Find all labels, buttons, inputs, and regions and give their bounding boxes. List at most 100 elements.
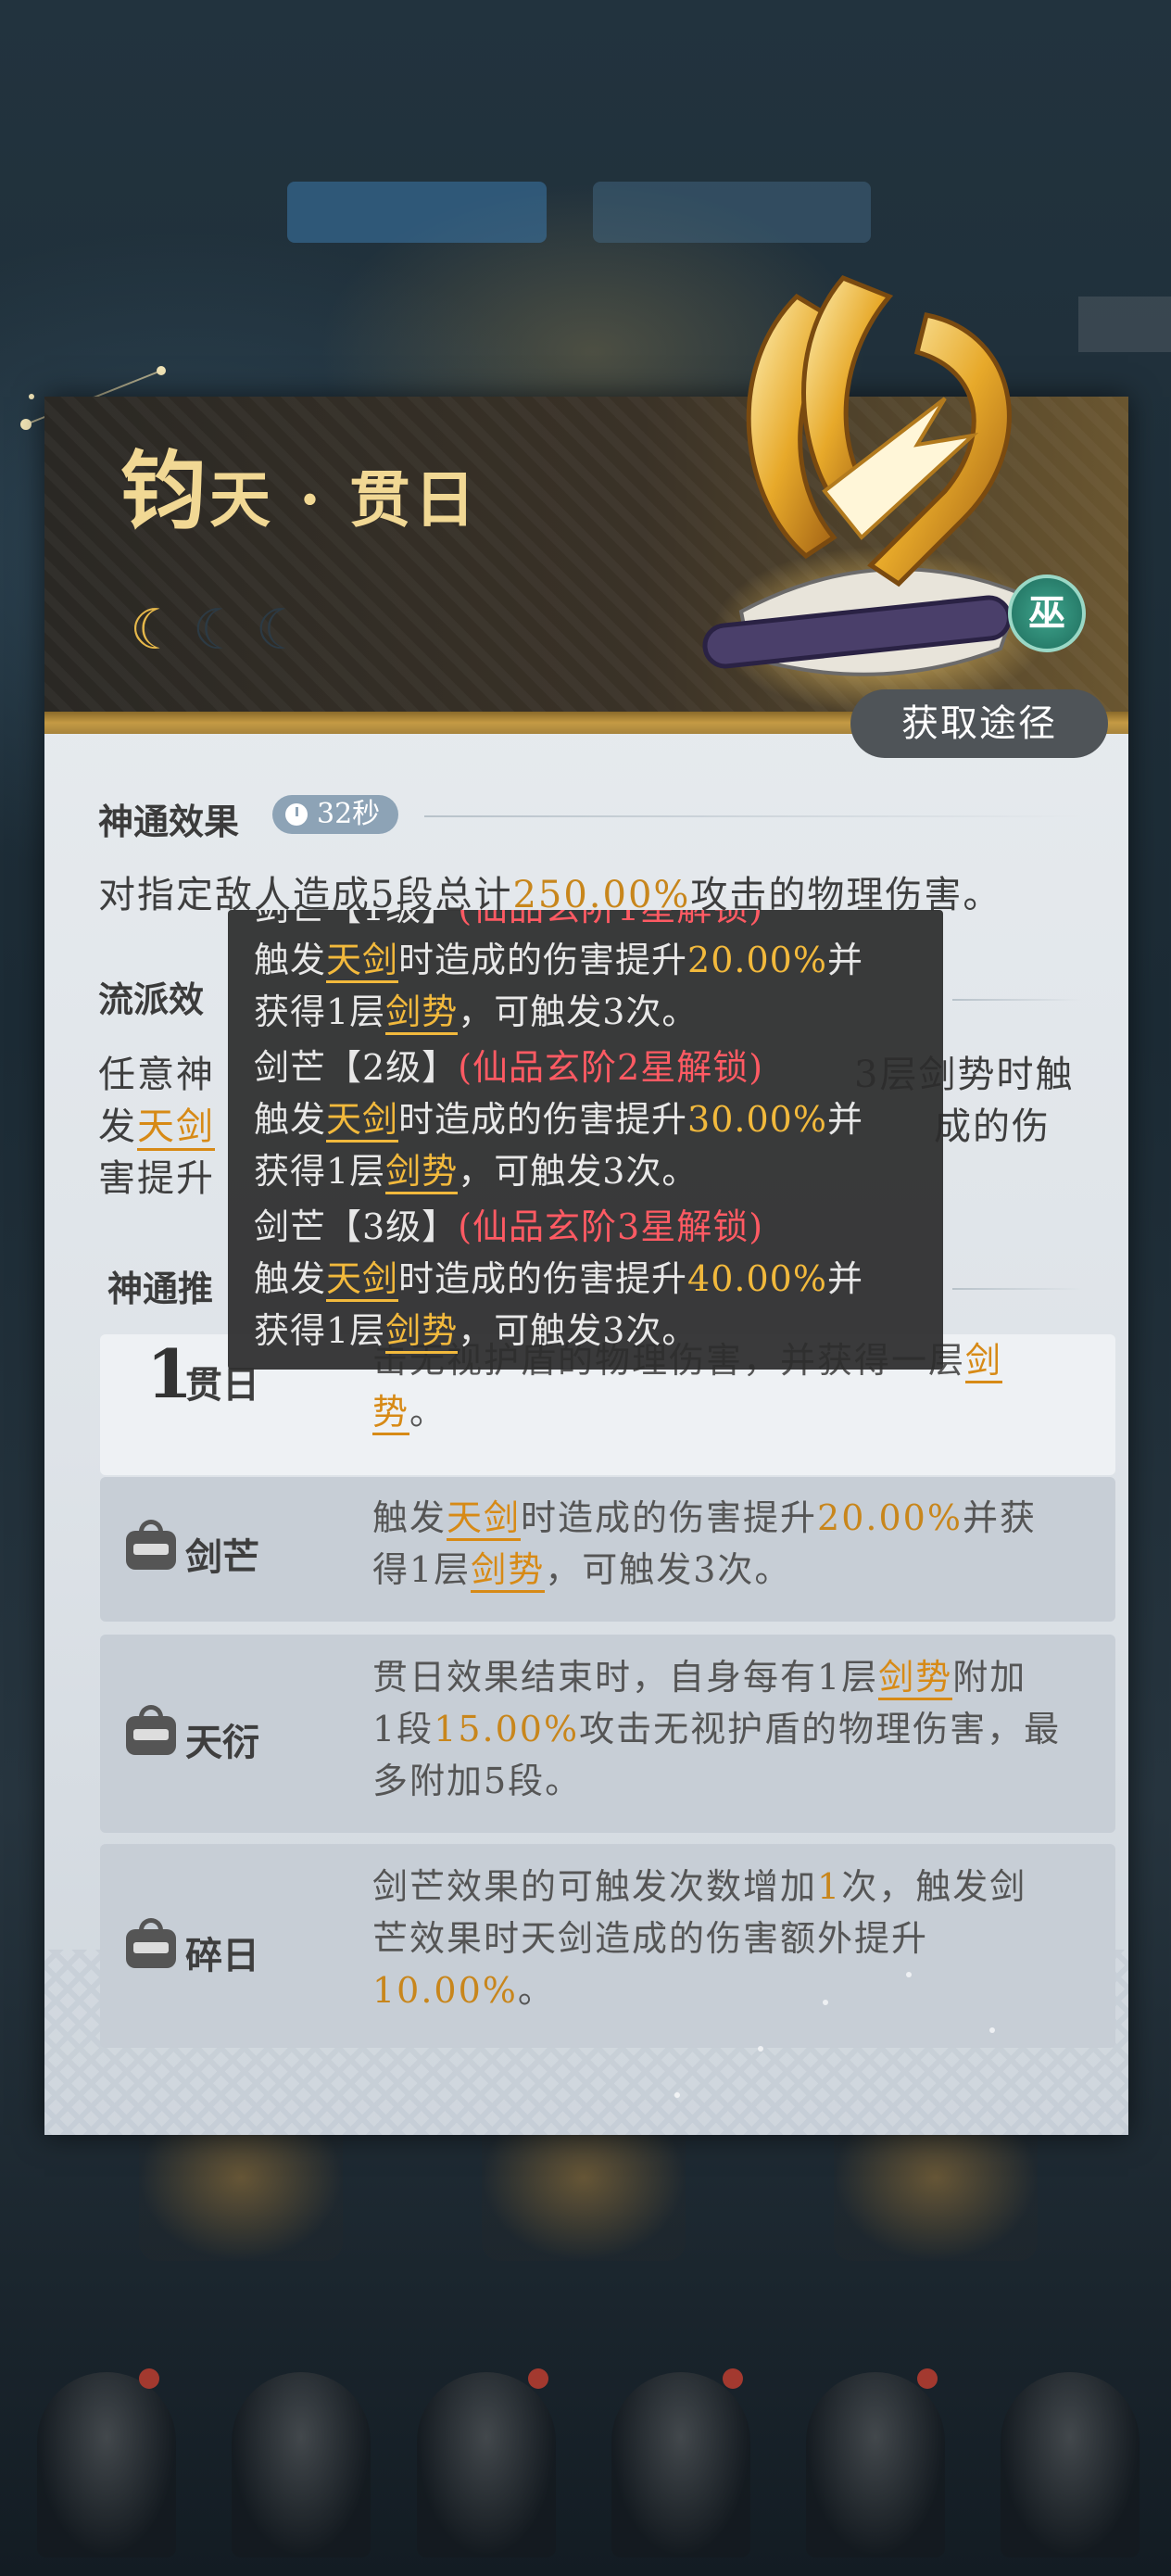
sparkle (674, 2092, 680, 2098)
row-desc-value: 10.00% (372, 1970, 518, 2011)
section-divider (952, 999, 1082, 1001)
row-label: 剑芒 (185, 1535, 259, 1579)
row-desc-text: 芒效果时天剑造成的伤害额外提升 (372, 1918, 929, 1959)
school-desc-text: 成的伤 (934, 1105, 1051, 1148)
row-desc-text: 贯日效果结束时，自身每有1层 (372, 1657, 879, 1698)
background-character (37, 2372, 176, 2557)
tooltip-level-desc: 获得1层剑势，可触发3次。 (254, 1145, 698, 1197)
tooltip-value: 30.00% (687, 1099, 827, 1140)
sparkle (906, 1972, 912, 1977)
keyword-link[interactable]: 剑势 (878, 1657, 953, 1700)
cooldown-badge: 32秒 (272, 795, 398, 834)
skill-title-rest: 天 · 贯日 (209, 463, 479, 536)
tooltip-level-desc: 获得1层剑势，可触发3次。 (254, 1305, 698, 1357)
lock-icon (126, 1918, 176, 1968)
tooltip-text: 获得1层 (254, 991, 386, 1032)
tooltip-text: ，可触发3次。 (458, 991, 699, 1032)
tooltip-text: 时造成的伤害提升 (398, 940, 688, 980)
row-desc-text: 触发 (372, 1497, 447, 1538)
recommend-row[interactable]: 天衍 贯日效果结束时，自身每有1层剑势附加 1段15.00%攻击无视护盾的物理伤害… (100, 1635, 1115, 1833)
tooltip-level-desc: 获得1层剑势，可触发3次。 (254, 986, 698, 1038)
keyword-link[interactable]: 天剑 (137, 1105, 215, 1151)
keyword-link[interactable]: 剑 (965, 1340, 1003, 1383)
background-slot (834, 2122, 1038, 2261)
background-character (611, 2372, 750, 2557)
row-desc-value: 1 (817, 1866, 842, 1907)
moon-icon-lit: ☾ (130, 598, 180, 663)
row-description: 剑芒效果的可触发次数增加1次，触发剑芒效果时天剑造成的伤害额外提升 10.00%。 (372, 1861, 1114, 2016)
tooltip-level-name: 剑芒【3级】 (254, 1206, 459, 1247)
tooltip-keyword: 剑势 (385, 991, 459, 1035)
tooltip-text: ，可触发3次。 (458, 1310, 699, 1351)
row-label: 碎日 (185, 1934, 259, 1977)
tooltip-text: 获得1层 (254, 1310, 386, 1351)
tooltip-value: 40.00% (687, 1258, 827, 1299)
tooltip-text: 并 (826, 940, 863, 980)
background-slot (139, 2122, 343, 2261)
tooltip-keyword: 天剑 (326, 1258, 399, 1302)
skill-emblem-icon (702, 275, 1047, 713)
tooltip-text: 时造成的伤害提升 (398, 1258, 688, 1299)
tooltip-text: 时造成的伤害提升 (398, 1099, 688, 1140)
notification-dot (723, 2368, 743, 2389)
section-divider (952, 1288, 1082, 1290)
recommend-row[interactable]: 碎日 剑芒效果的可触发次数增加1次，触发剑芒效果时天剑造成的伤害额外提升 10.0… (100, 1844, 1115, 2048)
tooltip-text: 获得1层 (254, 1151, 386, 1192)
tooltip-text: 触发 (254, 940, 327, 980)
row-desc-text: 剑芒效果的可触发次数增加 (372, 1866, 818, 1907)
row-desc-text: 时造成的伤害提升 (521, 1497, 818, 1538)
recommend-row[interactable]: 剑芒 触发天剑时造成的伤害提升20.00%并获 得1层剑势，可触发3次。 (100, 1477, 1115, 1622)
tooltip-text: 并 (826, 1258, 863, 1299)
tooltip-keyword: 剑势 (385, 1310, 459, 1354)
background-panel (1078, 297, 1171, 352)
row-desc-text: 。 (517, 1970, 555, 2011)
background-tab (593, 182, 871, 243)
row-desc-text: 得1层 (372, 1549, 472, 1590)
keyword-link[interactable]: 剑势 (471, 1549, 546, 1593)
skill-title: 钧天 · 贯日 (120, 423, 479, 546)
tooltip-keyword: 剑势 (385, 1151, 459, 1194)
tooltip-level-name: 剑芒【1级】 (254, 910, 458, 928)
background-character (1001, 2372, 1140, 2557)
star-rating: ☾ ☾ ☾ (130, 602, 305, 658)
row-label: 天衍 (185, 1721, 259, 1764)
tooltip-level-desc: 触发天剑时造成的伤害提升30.00%并 (254, 1093, 863, 1145)
tooltip-level-heading: 剑芒【3级】(仙品玄阶3星解锁) (254, 1201, 763, 1253)
recommend-section-title: 神通推 (107, 1268, 214, 1309)
row-description: 触发天剑时造成的伤害提升20.00%并获 得1层剑势，可触发3次。 (372, 1492, 1114, 1596)
cooldown-value: 32秒 (317, 798, 381, 830)
notification-dot (917, 2368, 938, 2389)
tooltip-text: 触发 (254, 1258, 327, 1299)
tooltip-text: ，可触发3次。 (458, 1151, 699, 1192)
keyword-link[interactable]: 势 (372, 1392, 410, 1435)
tooltip-text: 并 (826, 1099, 863, 1140)
acquire-method-button[interactable]: 获取途径 (850, 689, 1108, 758)
background-slot (482, 2122, 686, 2261)
sparkle (758, 2046, 763, 2052)
tooltip-text: 触发 (254, 1099, 327, 1140)
tooltip-level-name: 剑芒【2级】 (254, 1047, 459, 1088)
row-description: 贯日效果结束时，自身每有1层剑势附加 1段15.00%攻击无视护盾的物理伤害，最多… (372, 1651, 1114, 1807)
tooltip-level-heading: 剑芒【1级】(仙品玄阶1星解锁) (254, 910, 763, 934)
school-desc-text: 任意神 (98, 1054, 215, 1096)
lock-icon (126, 1705, 176, 1755)
school-description-line: 成的伤 (934, 1101, 1051, 1153)
tier-badge: 巫 (1008, 575, 1086, 652)
school-desc-text: 害提升 (98, 1157, 215, 1200)
tooltip-value: 20.00% (687, 940, 827, 980)
background-character (232, 2372, 371, 2557)
row-desc-text: ，可触发3次。 (545, 1549, 792, 1590)
moon-icon-unlit: ☾ (255, 598, 306, 663)
school-desc-text: 发 (98, 1105, 137, 1148)
row-desc-value: 15.00% (434, 1709, 580, 1749)
section-divider (424, 815, 1082, 817)
tooltip-keyword: 天剑 (326, 1099, 399, 1143)
row-desc-text: 。 (409, 1392, 447, 1433)
tooltip-level-heading: 剑芒【2级】(仙品玄阶2星解锁) (254, 1042, 763, 1093)
row-desc-text: 1段 (372, 1709, 434, 1749)
tooltip-level-desc: 触发天剑时造成的伤害提升40.00%并 (254, 1253, 863, 1305)
keyword-link[interactable]: 天剑 (447, 1497, 522, 1541)
tooltip-unlock-condition: (仙品玄阶3星解锁) (458, 1206, 764, 1247)
row-desc-text: 攻击无视护盾的物理伤害，最 (579, 1709, 1062, 1749)
row-desc-text: 次，触发剑 (841, 1866, 1027, 1907)
